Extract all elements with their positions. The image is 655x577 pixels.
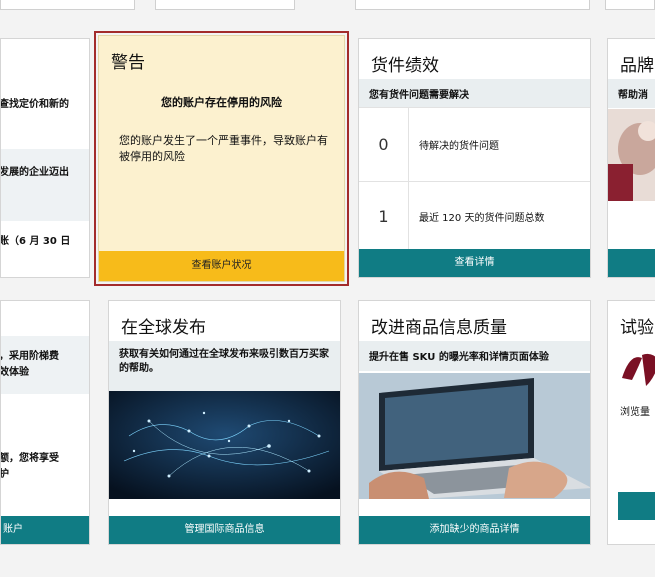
global-band: 获取有关如何通过在全球发布来吸引数百万买家的帮助。: [109, 341, 340, 391]
shipment-title: 货件绩效: [371, 56, 439, 76]
left-top-line1: 查找定价和新的: [0, 99, 69, 110]
world-map-art: [109, 391, 340, 499]
total-issues-count: 1: [359, 181, 409, 252]
add-missing-details-button[interactable]: 添加缺少的商品详情: [359, 516, 590, 544]
laptop-image: [359, 373, 590, 499]
brand-card: 品牌 帮助消: [607, 38, 655, 278]
trial-body: 浏览量: [620, 407, 650, 418]
top-box-4: [605, 0, 655, 10]
shipment-performance-card: 货件绩效 您有货件问题需要解决 0 待解决的货件问题 1 最近 120 天的货件…: [358, 38, 591, 278]
left-top-card: 查找定价和新的 发展的企业迈出 账（6 月 30 日: [0, 38, 90, 278]
metric-row: 0 待解决的货件问题: [359, 107, 590, 182]
metric-row: 1 最近 120 天的货件问题总数: [359, 181, 590, 252]
global-title: 在全球发布: [121, 318, 206, 338]
left-top-line2: 发展的企业迈出: [0, 167, 69, 178]
alert-highlight-border: [94, 31, 349, 286]
left-top-line3: 账（6 月 30 日: [0, 236, 71, 247]
brand-action-button[interactable]: [608, 249, 655, 277]
laptop-photo-art: [359, 373, 590, 499]
left-bottom-line2: 效体验: [0, 367, 29, 378]
open-issues-label: 待解决的货件问题: [419, 141, 499, 152]
left-bottom-line4: 护: [0, 469, 9, 480]
brand-title: 品牌: [620, 56, 654, 76]
top-box-2: [155, 0, 295, 10]
listing-quality-card: 改进商品信息质量 提升在售 SKU 的曝光率和详情页面体验 添加缺少的商品详情: [358, 300, 591, 545]
left-bottom-line3: 额，您将享受: [0, 453, 59, 464]
brand-photo: [608, 109, 655, 201]
shipment-band: 您有货件问题需要解决: [359, 79, 590, 108]
left-bottom-line1: ，采用阶梯费: [0, 351, 59, 362]
trial-card: 试验 浏览量: [607, 300, 655, 545]
left-bottom-action-button[interactable]: 账户: [1, 516, 89, 544]
trial-title: 试验: [620, 318, 654, 338]
brand-band: 帮助消: [608, 79, 655, 108]
left-top-band: [1, 149, 89, 221]
listing-quality-title: 改进商品信息质量: [371, 318, 507, 338]
open-issues-count: 0: [359, 107, 409, 182]
trial-action-button[interactable]: [618, 492, 655, 520]
total-issues-label: 最近 120 天的货件问题总数: [419, 213, 545, 224]
trial-logo-art: [608, 343, 655, 393]
top-box-1: [0, 0, 135, 10]
world-map-image: [109, 391, 340, 499]
trial-logo-image: [608, 343, 655, 393]
view-details-button[interactable]: 查看详情: [359, 249, 590, 277]
listing-quality-band: 提升在售 SKU 的曝光率和详情页面体验: [359, 341, 590, 371]
top-box-3: [355, 0, 590, 10]
brand-photo-art: [608, 109, 655, 201]
global-selling-card: 在全球发布 获取有关如何通过在全球发布来吸引数百万买家的帮助。 管理国际商品信息: [108, 300, 341, 545]
left-bottom-card: ，采用阶梯费 效体验 额，您将享受 护 账户: [0, 300, 90, 545]
manage-international-listings-button[interactable]: 管理国际商品信息: [109, 516, 340, 544]
